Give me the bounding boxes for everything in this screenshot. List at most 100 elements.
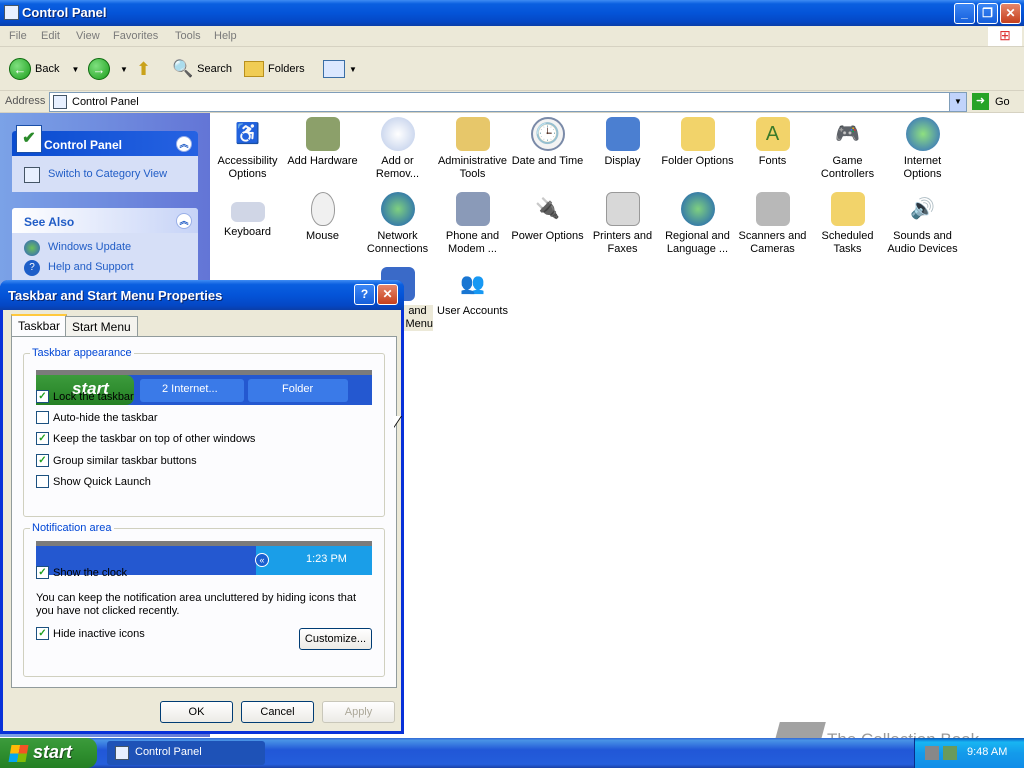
help-support-link[interactable]: ? Help and Support bbox=[12, 257, 198, 277]
globe-icon bbox=[905, 117, 940, 151]
windows-logo-icon: ⊞ bbox=[988, 27, 1022, 46]
clock[interactable]: 9:48 AM bbox=[967, 746, 1007, 758]
apply-button[interactable]: Apply bbox=[322, 701, 395, 723]
quick-launch-checkbox[interactable]: Show Quick Launch bbox=[36, 475, 151, 488]
monitor-icon bbox=[605, 117, 640, 151]
menu-help[interactable]: Help bbox=[214, 30, 237, 42]
mouse[interactable]: Mouse bbox=[285, 192, 360, 243]
toolbar: ← Back ▼ → ▼ ⬆ 🔍 Search Folders ▼ bbox=[0, 47, 1024, 91]
menu-favorites[interactable]: Favorites bbox=[113, 30, 158, 42]
control-panel-box: ✔ Control Panel ︽ Switch to Category Vie… bbox=[12, 125, 198, 192]
accessibility-options[interactable]: ♿ Accessibility Options bbox=[210, 117, 285, 181]
see-also-box: See Also ︽ Windows Update ? Help and Sup… bbox=[12, 208, 198, 280]
users-icon: 👥 bbox=[460, 272, 485, 295]
fonts[interactable]: A Fonts bbox=[735, 117, 810, 168]
restore-button[interactable]: ❐ bbox=[977, 3, 998, 24]
mouse-cursor bbox=[393, 416, 401, 428]
preview-task-internet: 2 Internet... bbox=[140, 379, 244, 402]
folder-icon bbox=[680, 117, 715, 151]
chevron-down-icon[interactable]: ▼ bbox=[71, 65, 79, 74]
menu-tools[interactable]: Tools bbox=[175, 30, 201, 42]
printers-and-faxes[interactable]: Printers and Faxes bbox=[585, 192, 660, 256]
camera-icon bbox=[755, 192, 790, 226]
menu-edit[interactable]: Edit bbox=[41, 30, 60, 42]
regional-and-language[interactable]: Regional and Language ... bbox=[660, 192, 735, 256]
power-plug-icon: 🔌 bbox=[535, 197, 560, 220]
group-similar-checkbox[interactable]: ✓ Group similar taskbar buttons bbox=[36, 454, 197, 467]
window-titlebar[interactable]: Control Panel _ ❐ ✕ bbox=[0, 0, 1024, 26]
keyboard[interactable]: Keyboard bbox=[210, 192, 285, 239]
address-bar: Address Control Panel ▼ ➜ Go bbox=[0, 91, 1024, 113]
hide-inactive-checkbox[interactable]: ✓ Hide inactive icons bbox=[36, 627, 145, 640]
cancel-button[interactable]: Cancel bbox=[241, 701, 314, 723]
folders-label: Folders bbox=[268, 63, 305, 75]
appearance-legend: Taskbar appearance bbox=[32, 347, 132, 359]
address-dropdown[interactable]: ▼ bbox=[949, 93, 966, 111]
collapse-icon[interactable]: ︽ bbox=[176, 213, 192, 229]
menu-view[interactable]: View bbox=[76, 30, 100, 42]
administrative-tools[interactable]: Administrative Tools bbox=[435, 117, 510, 181]
switch-category-view-link[interactable]: Switch to Category View bbox=[12, 164, 198, 184]
display[interactable]: Display bbox=[585, 117, 660, 168]
dialog-titlebar[interactable]: Taskbar and Start Menu Properties ? ✕ bbox=[0, 280, 404, 310]
date-and-time[interactable]: 🕒 Date and Time bbox=[510, 117, 585, 168]
sounds-and-audio[interactable]: 🔊 Sounds and Audio Devices bbox=[885, 192, 960, 256]
phone-and-modem[interactable]: Phone and Modem ... bbox=[435, 192, 510, 256]
game-controllers[interactable]: 🎮 Game Controllers bbox=[810, 117, 885, 181]
switch-view-label: Switch to Category View bbox=[48, 168, 168, 180]
fonts-folder-icon: A bbox=[755, 117, 790, 151]
back-button[interactable]: ← Back ▼ bbox=[9, 55, 79, 83]
help-button[interactable]: ? bbox=[354, 284, 375, 305]
chevron-down-icon: ▼ bbox=[349, 64, 357, 74]
add-remove-programs[interactable]: Add or Remov... bbox=[360, 117, 435, 181]
ok-button[interactable]: OK bbox=[160, 701, 233, 723]
collapse-icon[interactable]: ︽ bbox=[176, 136, 192, 152]
address-value: Control Panel bbox=[72, 96, 139, 108]
folders-button[interactable]: Folders bbox=[244, 55, 305, 83]
search-button[interactable]: 🔍 Search bbox=[172, 55, 232, 83]
scanners-and-cameras[interactable]: Scanners and Cameras bbox=[735, 192, 810, 256]
hardware-icon bbox=[305, 117, 340, 151]
back-label: Back bbox=[35, 63, 60, 75]
volume-icon[interactable] bbox=[943, 746, 957, 760]
tab-taskbar[interactable]: Taskbar bbox=[11, 314, 68, 337]
control-panel-heading: Control Panel bbox=[44, 138, 123, 152]
up-folder-button[interactable]: ⬆ bbox=[136, 55, 151, 83]
user-accounts[interactable]: 👥 User Accounts bbox=[435, 267, 510, 318]
lock-taskbar-checkbox[interactable]: ✓ Lock the taskbar bbox=[36, 390, 134, 403]
network-icon[interactable] bbox=[925, 746, 939, 760]
views-icon bbox=[323, 60, 345, 78]
window-title: Control Panel bbox=[22, 5, 107, 20]
internet-options[interactable]: Internet Options bbox=[885, 117, 960, 181]
customize-button[interactable]: Customize... bbox=[299, 628, 372, 650]
network-connections[interactable]: Network Connections bbox=[360, 192, 435, 256]
tab-start-menu[interactable]: Start Menu bbox=[65, 316, 138, 337]
scheduled-tasks[interactable]: Scheduled Tasks bbox=[810, 192, 885, 256]
back-arrow-icon: ← bbox=[9, 58, 31, 80]
auto-hide-checkbox[interactable]: Auto-hide the taskbar bbox=[36, 411, 158, 424]
windows-update-link[interactable]: Windows Update bbox=[12, 237, 198, 257]
show-clock-checkbox[interactable]: ✓ Show the clock bbox=[36, 566, 127, 579]
cd-box-icon bbox=[380, 117, 415, 151]
chevron-down-icon[interactable]: ▼ bbox=[120, 65, 128, 74]
keep-on-top-checkbox[interactable]: ✓ Keep the taskbar on top of other window… bbox=[36, 432, 255, 445]
preview-task-folder: Folder bbox=[248, 379, 348, 402]
menu-file[interactable]: File bbox=[9, 30, 27, 42]
go-button[interactable]: ➜ Go bbox=[972, 93, 1010, 110]
taskbar: start Control Panel 9:48 AM bbox=[0, 738, 1024, 768]
dialog-close-button[interactable]: ✕ bbox=[377, 284, 398, 305]
start-button[interactable]: start bbox=[0, 738, 97, 768]
add-hardware[interactable]: Add Hardware bbox=[285, 117, 360, 168]
taskbar-item-control-panel[interactable]: Control Panel bbox=[107, 741, 265, 765]
clock-icon: 🕒 bbox=[530, 117, 565, 151]
address-input[interactable]: Control Panel ▼ bbox=[49, 92, 967, 112]
tray-preview: 1:23 PM bbox=[256, 546, 372, 575]
power-options[interactable]: 🔌 Power Options bbox=[510, 192, 585, 243]
close-button[interactable]: ✕ bbox=[1000, 3, 1021, 24]
taskbar-properties-dialog: Taskbar and Start Menu Properties ? ✕ Ta… bbox=[0, 280, 404, 734]
forward-button[interactable]: → ▼ bbox=[88, 55, 128, 83]
views-button[interactable]: ▼ bbox=[323, 55, 357, 83]
minimize-button[interactable]: _ bbox=[954, 3, 975, 24]
folder-options[interactable]: Folder Options bbox=[660, 117, 735, 168]
control-panel-icon bbox=[115, 746, 129, 760]
